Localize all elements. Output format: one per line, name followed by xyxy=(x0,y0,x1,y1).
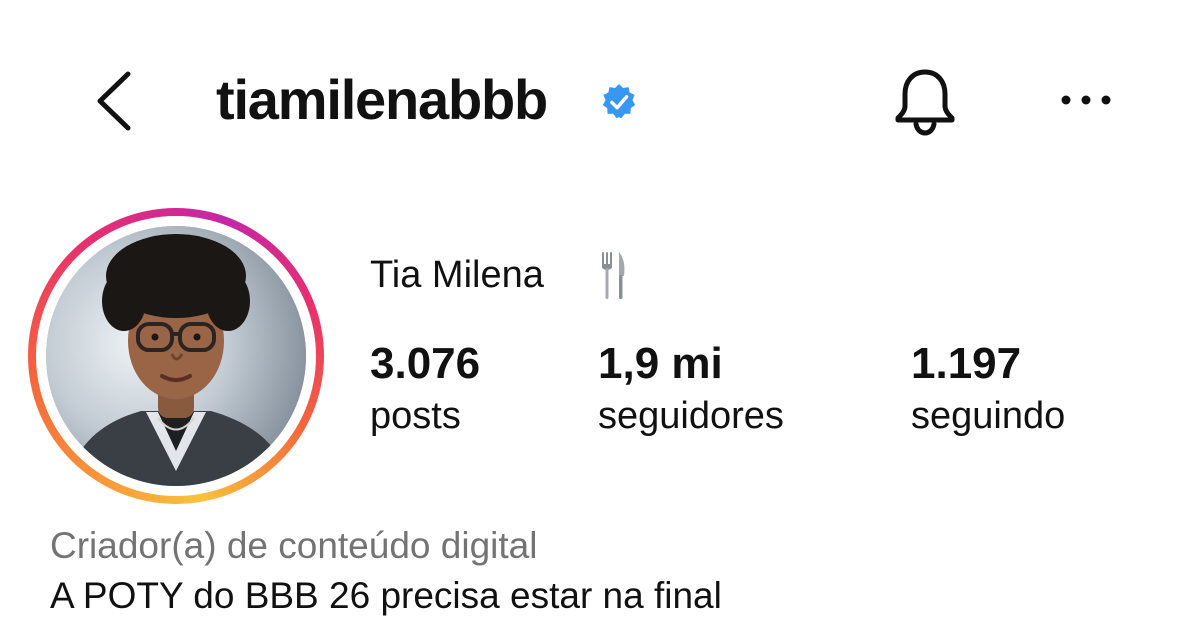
profile-bio: A POTY do BBB 26 precisa estar na final xyxy=(50,575,722,616)
fork-and-knife-icon xyxy=(598,248,628,302)
following-label: seguindo xyxy=(911,395,1066,437)
followers-count: 1,9 mi xyxy=(598,339,723,388)
stat-following[interactable]: 1.197 seguindo xyxy=(911,336,1065,440)
profile-category: Criador(a) de conteúdo digital xyxy=(50,525,538,566)
profile-display-name: Tia Milena xyxy=(370,254,544,296)
verified-badge-icon xyxy=(600,83,638,121)
posts-count: 3.076 xyxy=(370,339,481,388)
avatar xyxy=(46,226,306,486)
ellipsis-horizontal-icon xyxy=(1058,84,1114,116)
profile-username: tiamilenabbb xyxy=(216,68,548,131)
posts-label: posts xyxy=(370,395,461,437)
more-options-button[interactable] xyxy=(1058,84,1114,116)
notifications-button[interactable] xyxy=(893,66,957,136)
stat-posts[interactable]: 3.076 posts xyxy=(370,336,480,440)
stat-followers[interactable]: 1,9 mi seguidores xyxy=(598,336,784,440)
bell-icon xyxy=(893,66,957,136)
following-count: 1.197 xyxy=(911,339,1022,388)
story-ring[interactable] xyxy=(28,208,324,504)
followers-label: seguidores xyxy=(598,395,784,437)
chevron-left-icon xyxy=(90,70,140,132)
back-button[interactable] xyxy=(90,70,140,132)
